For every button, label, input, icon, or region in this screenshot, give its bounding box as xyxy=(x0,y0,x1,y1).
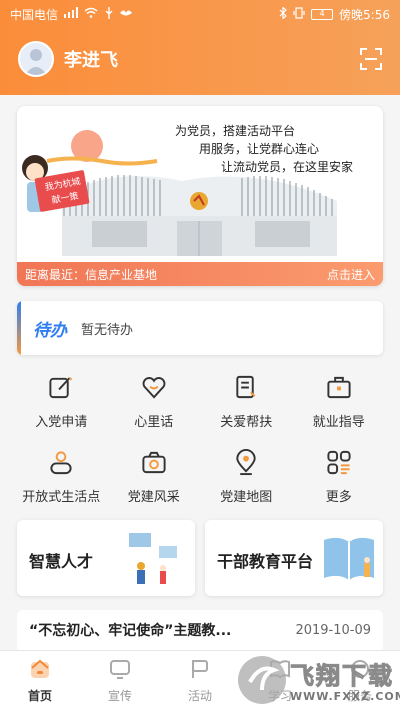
more-icon xyxy=(327,450,351,475)
flag-icon xyxy=(192,660,208,678)
usb-icon xyxy=(104,6,114,22)
grid-label: 开放式生活点 xyxy=(22,490,101,505)
talent-illustration xyxy=(129,533,177,584)
grid-label: 党建地图 xyxy=(220,490,273,505)
briefcase-icon xyxy=(327,376,351,399)
username: 李进飞 xyxy=(64,50,118,71)
camera-icon xyxy=(142,451,166,474)
user-avatar-icon[interactable] xyxy=(18,41,54,77)
banner-card[interactable]: 我为杭城 献一策 为党员，搭建活动平台 用服务，让党群心连心 让流动党员，在这里… xyxy=(17,106,383,286)
todo-logo: 待办 xyxy=(33,320,67,341)
header-background: 中国电信 4 傍晚5:56 李进飞 xyxy=(0,0,400,95)
todo-card[interactable]: 待办 暂无待办 xyxy=(17,301,383,355)
grid-item-heart-talk[interactable]: 心里话 xyxy=(108,374,201,430)
slogan-2: 用服务，让党群心连心 xyxy=(199,142,320,156)
grid-item-care-support[interactable]: 关爱帮扶 xyxy=(200,374,293,430)
grid-label: 更多 xyxy=(325,490,352,505)
time-label: 傍晚5:56 xyxy=(339,7,390,22)
vibrate-icon xyxy=(293,6,305,22)
todo-message: 暂无待办 xyxy=(81,322,134,338)
talent-card[interactable]: 智慧人才 xyxy=(17,520,195,596)
talent-card-title: 智慧人才 xyxy=(29,552,94,571)
tab-label: 活动 xyxy=(187,689,212,703)
grid-label: 关爱帮扶 xyxy=(220,415,273,430)
tab-label: 首页 xyxy=(27,689,52,703)
slogan-1: 为党员，搭建活动平台 xyxy=(175,124,296,138)
carrier-label: 中国电信 xyxy=(10,7,59,22)
person-icon xyxy=(50,451,72,475)
tab-activity[interactable]: 活动 xyxy=(160,651,240,711)
battery-icon: 4 xyxy=(311,8,334,20)
grid-label: 党建风采 xyxy=(127,490,180,505)
heart-icon xyxy=(142,377,166,399)
education-illustration xyxy=(324,537,374,580)
bluetooth-icon xyxy=(279,5,287,22)
enter-link[interactable]: 点击进入 xyxy=(327,266,375,283)
grid-item-more[interactable]: 更多 xyxy=(293,449,386,505)
wifi-icon xyxy=(84,7,98,21)
news-row[interactable]: “不忘初心、牢记使命”主题教... 2019-10-09 xyxy=(17,610,383,650)
bird-icon xyxy=(120,7,133,21)
edit-icon xyxy=(49,377,73,399)
tab-label: 宣传 xyxy=(107,689,132,703)
status-bar: 中国电信 4 傍晚5:56 xyxy=(0,0,400,28)
grid-item-employment[interactable]: 就业指导 xyxy=(293,374,386,430)
grid-label: 入党申请 xyxy=(35,415,88,430)
monitor-icon xyxy=(110,660,130,679)
grid-item-join-party[interactable]: 入党申请 xyxy=(15,374,108,430)
watermark-url: WWW.FXXZ.COM xyxy=(290,690,400,703)
watermark-brand: 飞翔下载 xyxy=(290,662,394,691)
grid-label: 就业指导 xyxy=(312,415,365,430)
education-card-title: 干部教育平台 xyxy=(217,552,314,571)
slogan-3: 让流动党员，在这里安家 xyxy=(221,160,354,174)
feature-grid: 入党申请 心里话 关爱帮扶 就业指导 开放式生活点 党建风采 党建地图 更多 xyxy=(15,374,385,505)
watermark-overlay: 飞翔下载 WWW.FXXZ.COM xyxy=(232,650,400,711)
news-date: 2019-10-09 xyxy=(295,622,371,638)
todo-stripe xyxy=(17,301,21,355)
grid-item-open-life-point[interactable]: 开放式生活点 xyxy=(15,449,108,505)
tab-publicity[interactable]: 宣传 xyxy=(80,651,160,711)
home-icon xyxy=(31,659,49,678)
scan-icon[interactable] xyxy=(360,48,382,70)
distance-label: 距离最近：信息产业基地 xyxy=(25,267,158,282)
news-title: “不忘初心、牢记使命”主题教... xyxy=(29,623,232,639)
map-pin-icon xyxy=(236,449,256,476)
grid-item-party-map[interactable]: 党建地图 xyxy=(200,449,293,505)
grid-label: 心里话 xyxy=(134,415,174,430)
tab-home[interactable]: 首页 xyxy=(0,651,80,711)
banner-info-bar: 距离最近：信息产业基地 点击进入 xyxy=(17,262,383,286)
document-icon xyxy=(236,375,256,399)
education-card[interactable]: 干部教育平台 xyxy=(205,520,383,596)
signal-icon xyxy=(64,7,79,21)
grid-item-party-style[interactable]: 党建风采 xyxy=(108,449,201,505)
user-bar: 李进飞 xyxy=(18,40,382,78)
